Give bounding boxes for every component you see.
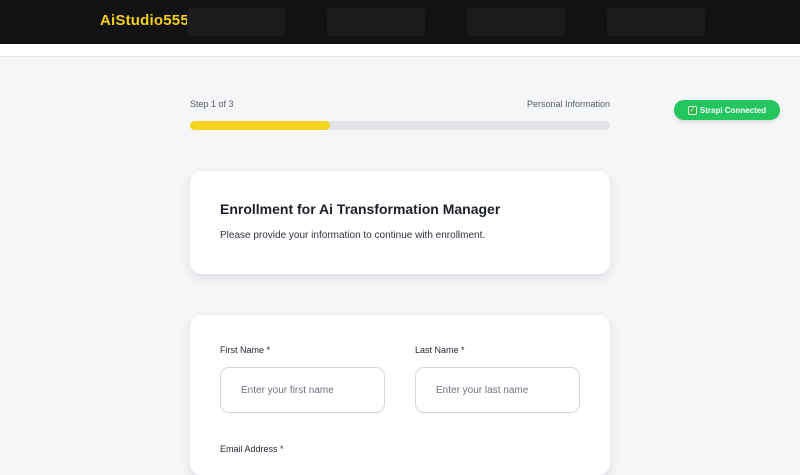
progress-bar xyxy=(190,121,610,130)
enrollment-intro-card: Enrollment for Ai Transformation Manager… xyxy=(190,171,610,274)
check-box-icon: ✓ xyxy=(687,105,697,115)
brand-logo[interactable]: AiStudio555 xyxy=(100,12,189,29)
header-divider xyxy=(0,44,800,57)
last-name-input[interactable] xyxy=(415,367,580,413)
step-counter: Step 1 of 3 xyxy=(190,99,234,109)
progress-fill xyxy=(190,121,330,130)
nav-item-3[interactable] xyxy=(467,8,565,36)
personal-info-form-card: First Name * Last Name * Email Address * xyxy=(190,315,610,475)
status-label: Strapi Connected xyxy=(699,105,767,115)
last-name-label: Last Name * xyxy=(415,345,465,355)
enrollment-description: Please provide your information to conti… xyxy=(220,230,486,241)
email-label: Email Address * xyxy=(220,444,284,454)
nav-item-4[interactable] xyxy=(607,8,705,36)
nav-item-1[interactable] xyxy=(187,8,285,36)
enrollment-title: Enrollment for Ai Transformation Manager xyxy=(220,201,501,217)
connection-status-badge: ✓ Strapi Connected xyxy=(674,100,780,120)
first-name-label: First Name * xyxy=(220,345,271,355)
nav-item-2[interactable] xyxy=(327,8,425,36)
top-navigation-bar: AiStudio555 xyxy=(0,0,800,44)
step-name: Personal Information xyxy=(526,99,610,109)
first-name-input[interactable] xyxy=(220,367,385,413)
